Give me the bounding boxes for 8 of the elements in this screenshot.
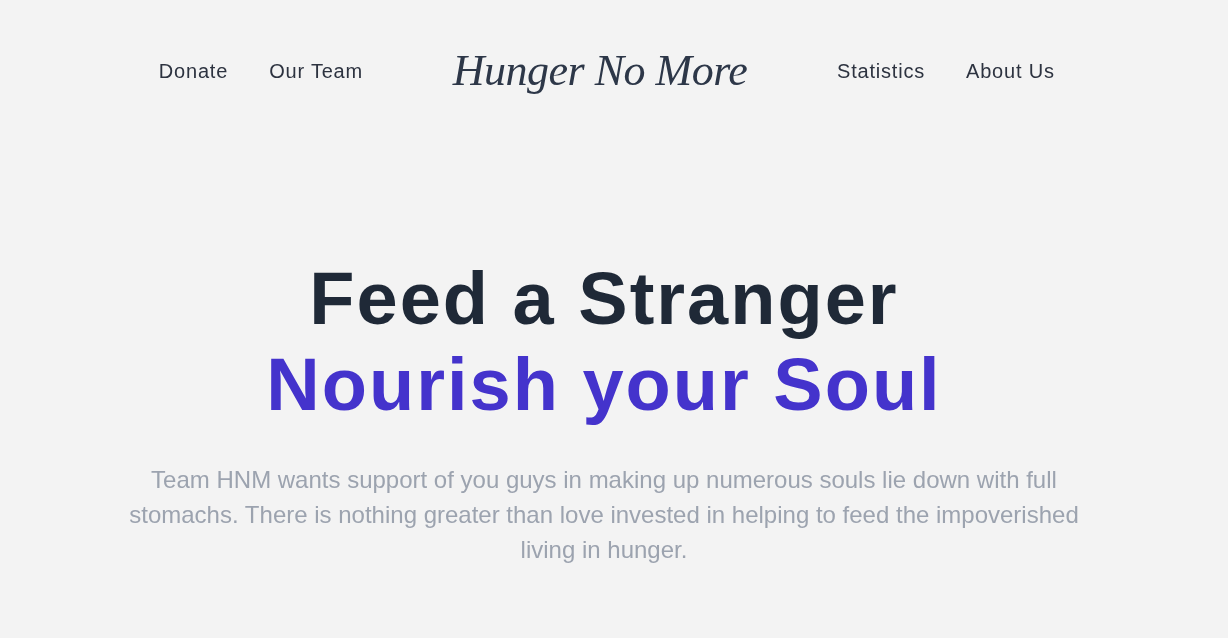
nav-link[interactable]: Statistics xyxy=(837,57,926,85)
nav-link[interactable]: Our Team xyxy=(269,57,363,85)
hero-description: Team HNM wants support of you guys in making up numerous souls lie down with full stomachs. There is nothing greater than love invested in helping to feed the impoverished living in hunger. xyxy=(128,465,1080,565)
logo[interactable]: Hunger No More xyxy=(452,45,748,97)
nav-link[interactable]: Donate xyxy=(158,57,229,85)
headline: Nourish your Soul xyxy=(266,342,942,428)
headline: Feed a Stranger xyxy=(309,256,899,342)
nav-link[interactable]: About Us xyxy=(966,57,1055,85)
